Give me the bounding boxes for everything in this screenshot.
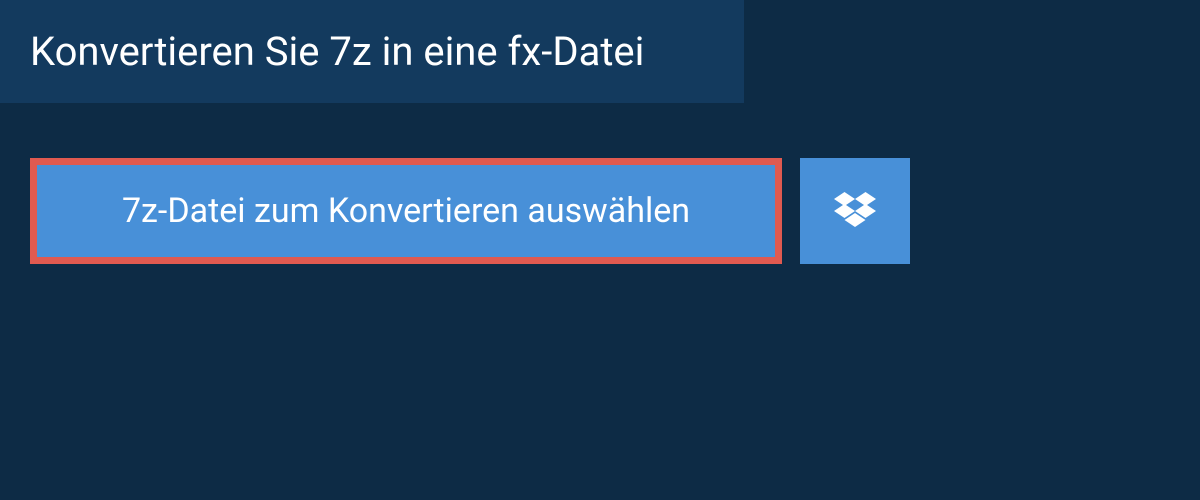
action-area: 7z-Datei zum Konvertieren auswählen	[0, 158, 1200, 264]
page-title: Konvertieren Sie 7z in eine fx-Datei	[30, 28, 714, 75]
header-bar: Konvertieren Sie 7z in eine fx-Datei	[0, 0, 744, 103]
dropbox-icon	[834, 192, 876, 230]
dropbox-button[interactable]	[800, 158, 910, 264]
select-file-label: 7z-Datei zum Konvertieren auswählen	[122, 191, 690, 231]
select-file-button[interactable]: 7z-Datei zum Konvertieren auswählen	[30, 158, 782, 264]
